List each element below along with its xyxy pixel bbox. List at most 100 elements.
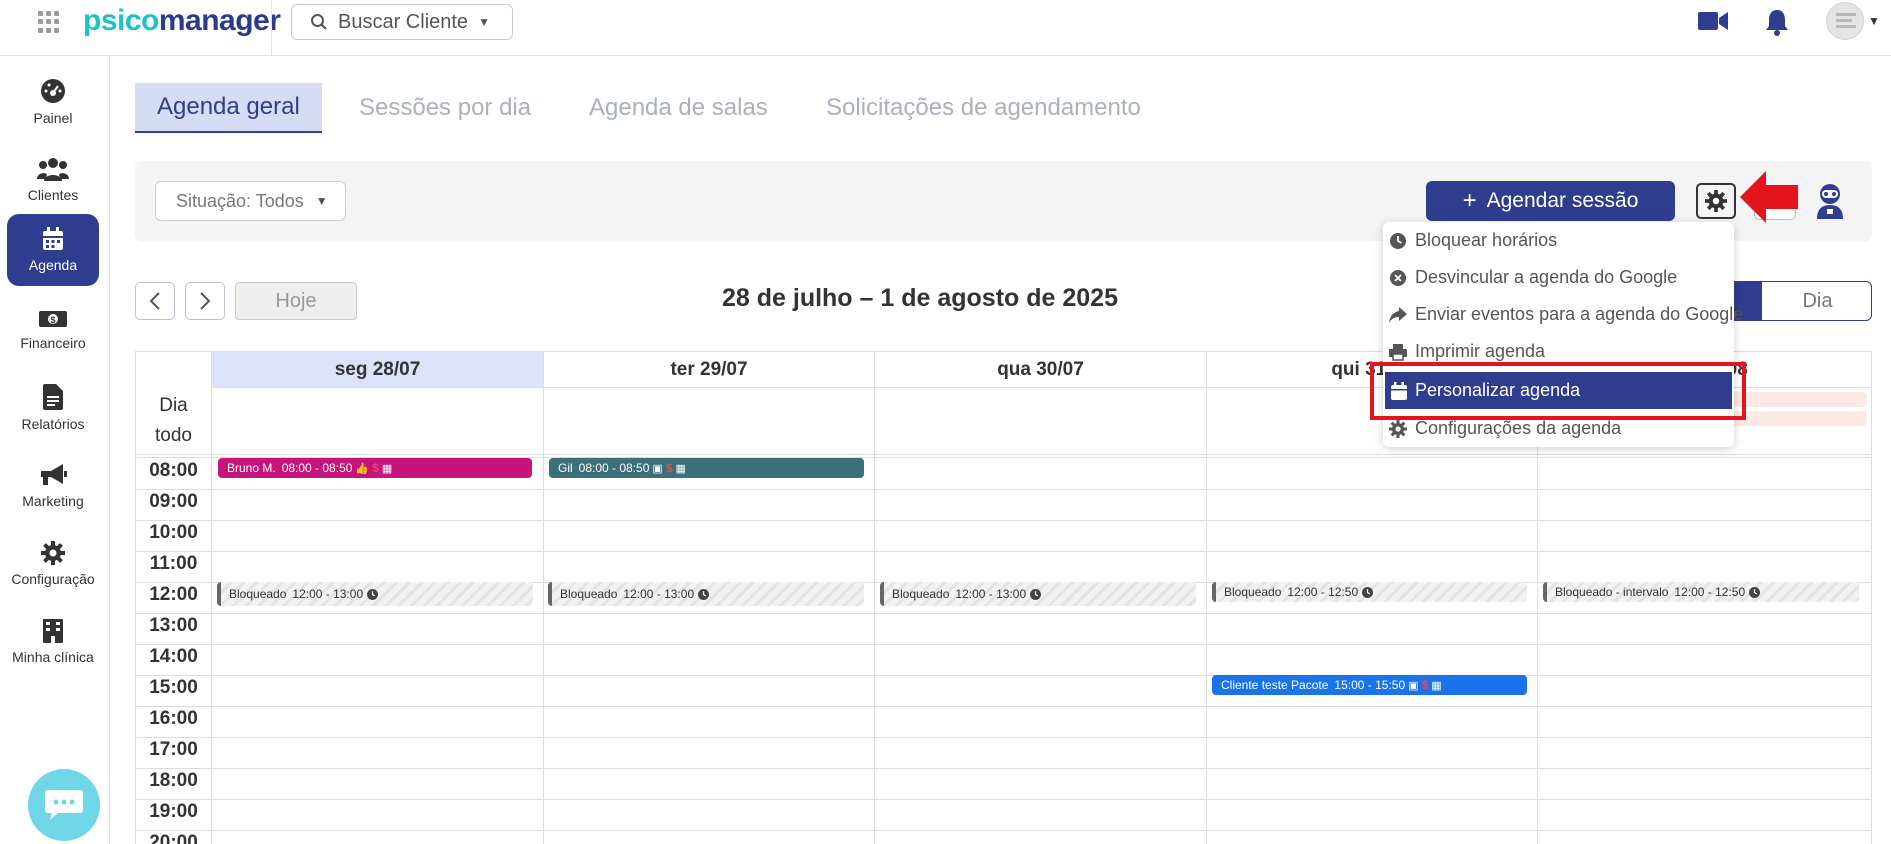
today-button[interactable]: Hoje — [235, 282, 357, 320]
sidebar-item-clientes[interactable]: Clientes — [7, 144, 99, 216]
hour-label: 10:00 — [149, 522, 198, 543]
day-header-wed[interactable]: qua 30/07 — [875, 352, 1207, 388]
next-week-button[interactable] — [185, 282, 225, 320]
video-camera-icon[interactable] — [1698, 10, 1728, 32]
clock-icon — [698, 588, 710, 600]
all-day-label-line2: todo — [155, 425, 192, 446]
all-day-label-line1: Dia — [159, 395, 188, 416]
logo-text-manager: manager — [158, 4, 281, 37]
chevron-down-icon: ▼ — [478, 15, 490, 29]
dashboard-icon — [41, 79, 65, 103]
clock-icon — [1749, 586, 1761, 598]
logo-text-psico: psico — [83, 4, 159, 37]
view-day-button[interactable]: Dia — [1762, 282, 1871, 320]
search-placeholder: Buscar Cliente — [338, 10, 469, 33]
blocked-slot[interactable]: Bloqueado 12:00 - 12:50 — [1212, 582, 1527, 602]
hour-label: 19:00 — [149, 801, 198, 822]
menu-item-unlink-google[interactable]: Desvincular a agenda do Google — [1383, 259, 1734, 296]
thumbs-up-icon: 👍 — [355, 462, 370, 475]
sidebar-item-marketing[interactable]: Marketing — [7, 450, 99, 522]
chevron-down-icon[interactable]: ▼ — [1868, 14, 1880, 28]
building-icon — [43, 619, 63, 643]
tab-agenda-de-salas[interactable]: Agenda de salas — [567, 83, 790, 133]
clock-icon — [1030, 588, 1042, 600]
plus-icon: + — [1462, 187, 1477, 214]
sidebar-item-agenda[interactable]: Agenda — [7, 214, 99, 286]
calendar-icon: ▣ — [652, 462, 663, 475]
sidebar-item-label: Clientes — [27, 187, 79, 203]
blocked-time: 12:00 - 12:50 — [1287, 585, 1359, 599]
day-header-mon[interactable]: seg 28/07 — [212, 352, 544, 388]
blocked-slot[interactable]: Bloqueado - intervalo 12:00 - 12:50 — [1543, 582, 1859, 602]
tab-sessoes-por-dia[interactable]: Sessões por dia — [337, 83, 553, 133]
session-event[interactable]: Bruno M. 08:00 - 08:50 👍 $ ▦ — [218, 458, 532, 478]
assistant-robot-icon[interactable] — [1815, 183, 1845, 219]
client-search[interactable]: Buscar Cliente ▼ — [291, 4, 513, 40]
hour-label: 12:00 — [149, 584, 198, 605]
schedule-session-button[interactable]: + Agendar sessão — [1426, 181, 1675, 221]
event-title: Bruno M. — [227, 461, 276, 475]
hour-label: 09:00 — [149, 491, 198, 512]
all-day-label: Dia todo — [136, 388, 211, 454]
gear-icon — [1389, 419, 1407, 438]
sidebar: Painel Clientes Agenda $ Financeiro Rela… — [0, 56, 110, 844]
hour-label: 11:00 — [149, 553, 198, 574]
notification-bell-icon[interactable] — [1764, 8, 1790, 36]
hour-label: 17:00 — [149, 739, 198, 760]
sidebar-item-financeiro[interactable]: $ Financeiro — [7, 294, 99, 366]
menu-item-label: Enviar eventos para a agenda do Google — [1415, 304, 1744, 324]
event-time: 15:00 - 15:50 — [1334, 678, 1406, 692]
apps-grid-icon[interactable] — [38, 11, 60, 33]
sidebar-item-relatorios[interactable]: Relatórios — [7, 372, 99, 444]
event-title: Gil — [558, 461, 573, 475]
blocked-time: 12:00 - 13:00 — [292, 587, 364, 601]
menu-item-label: Bloquear horários — [1415, 230, 1558, 250]
hour-label: 20:00 — [149, 832, 198, 844]
svg-text:$: $ — [50, 315, 55, 325]
money-icon: $ — [1421, 678, 1429, 692]
status-filter-select[interactable]: Situação: Todos ▼ — [155, 181, 346, 221]
day-header-tue[interactable]: ter 29/07 — [544, 352, 875, 388]
hour-label: 08:00 — [149, 460, 198, 481]
money-icon: $ — [372, 461, 379, 475]
date-range-title: 28 de julho – 1 de agosto de 2025 — [722, 284, 1118, 312]
building-icon: ▦ — [675, 462, 686, 475]
prev-week-button[interactable] — [135, 282, 175, 320]
sidebar-item-configuracao[interactable]: Configuração — [7, 528, 99, 600]
session-event[interactable]: Gil 08:00 - 08:50 ▣ $ ▦ — [549, 458, 864, 478]
hour-label: 16:00 — [149, 708, 198, 729]
blocked-title: Bloqueado — [229, 587, 287, 601]
blocked-time: 12:00 - 13:00 — [955, 587, 1027, 601]
tab-agenda-geral[interactable]: Agenda geral — [135, 83, 322, 133]
printer-icon — [1389, 343, 1407, 361]
hour-label: 15:00 — [149, 677, 198, 698]
sidebar-item-label: Minha clínica — [12, 649, 94, 665]
agenda-settings-button[interactable] — [1696, 183, 1736, 219]
session-event[interactable]: Cliente teste Pacote 15:00 - 15:50 ▣ $ ▦ — [1212, 675, 1527, 695]
money-icon: $ — [665, 461, 673, 475]
sidebar-item-label: Configuração — [11, 571, 95, 587]
blocked-slot[interactable]: Bloqueado 12:00 - 13:00 — [217, 582, 533, 606]
blocked-slot[interactable]: Bloqueado 12:00 - 13:00 — [880, 582, 1196, 606]
menu-item-send-to-google[interactable]: Enviar eventos para a agenda do Google — [1383, 296, 1743, 333]
menu-item-label: Desvincular a agenda do Google — [1415, 267, 1678, 287]
blocked-slot[interactable]: Bloqueado 12:00 - 13:00 — [548, 582, 864, 606]
clock-icon — [367, 588, 379, 600]
app-logo[interactable]: psicomanager — [83, 4, 281, 38]
blocked-title: Bloqueado — [560, 587, 618, 601]
sidebar-item-label: Relatórios — [21, 416, 85, 432]
tab-solicitacoes[interactable]: Solicitações de agendamento — [804, 83, 1163, 133]
money-icon: $ — [39, 311, 67, 327]
user-avatar[interactable] — [1826, 2, 1864, 40]
menu-item-label: Configurações da agenda — [1415, 418, 1622, 438]
sidebar-item-minha-clinica[interactable]: Minha clínica — [7, 606, 99, 678]
sidebar-item-painel[interactable]: Painel — [7, 66, 99, 138]
menu-item-block-times[interactable]: Bloquear horários — [1383, 222, 1734, 259]
calendar-icon — [43, 227, 63, 250]
users-icon — [37, 158, 69, 181]
chevron-left-icon — [149, 292, 160, 310]
clock-icon — [1390, 232, 1406, 249]
chat-support-button[interactable] — [28, 769, 100, 841]
logo-divider — [271, 0, 272, 56]
calendar-icon: ▣ — [1408, 679, 1419, 692]
